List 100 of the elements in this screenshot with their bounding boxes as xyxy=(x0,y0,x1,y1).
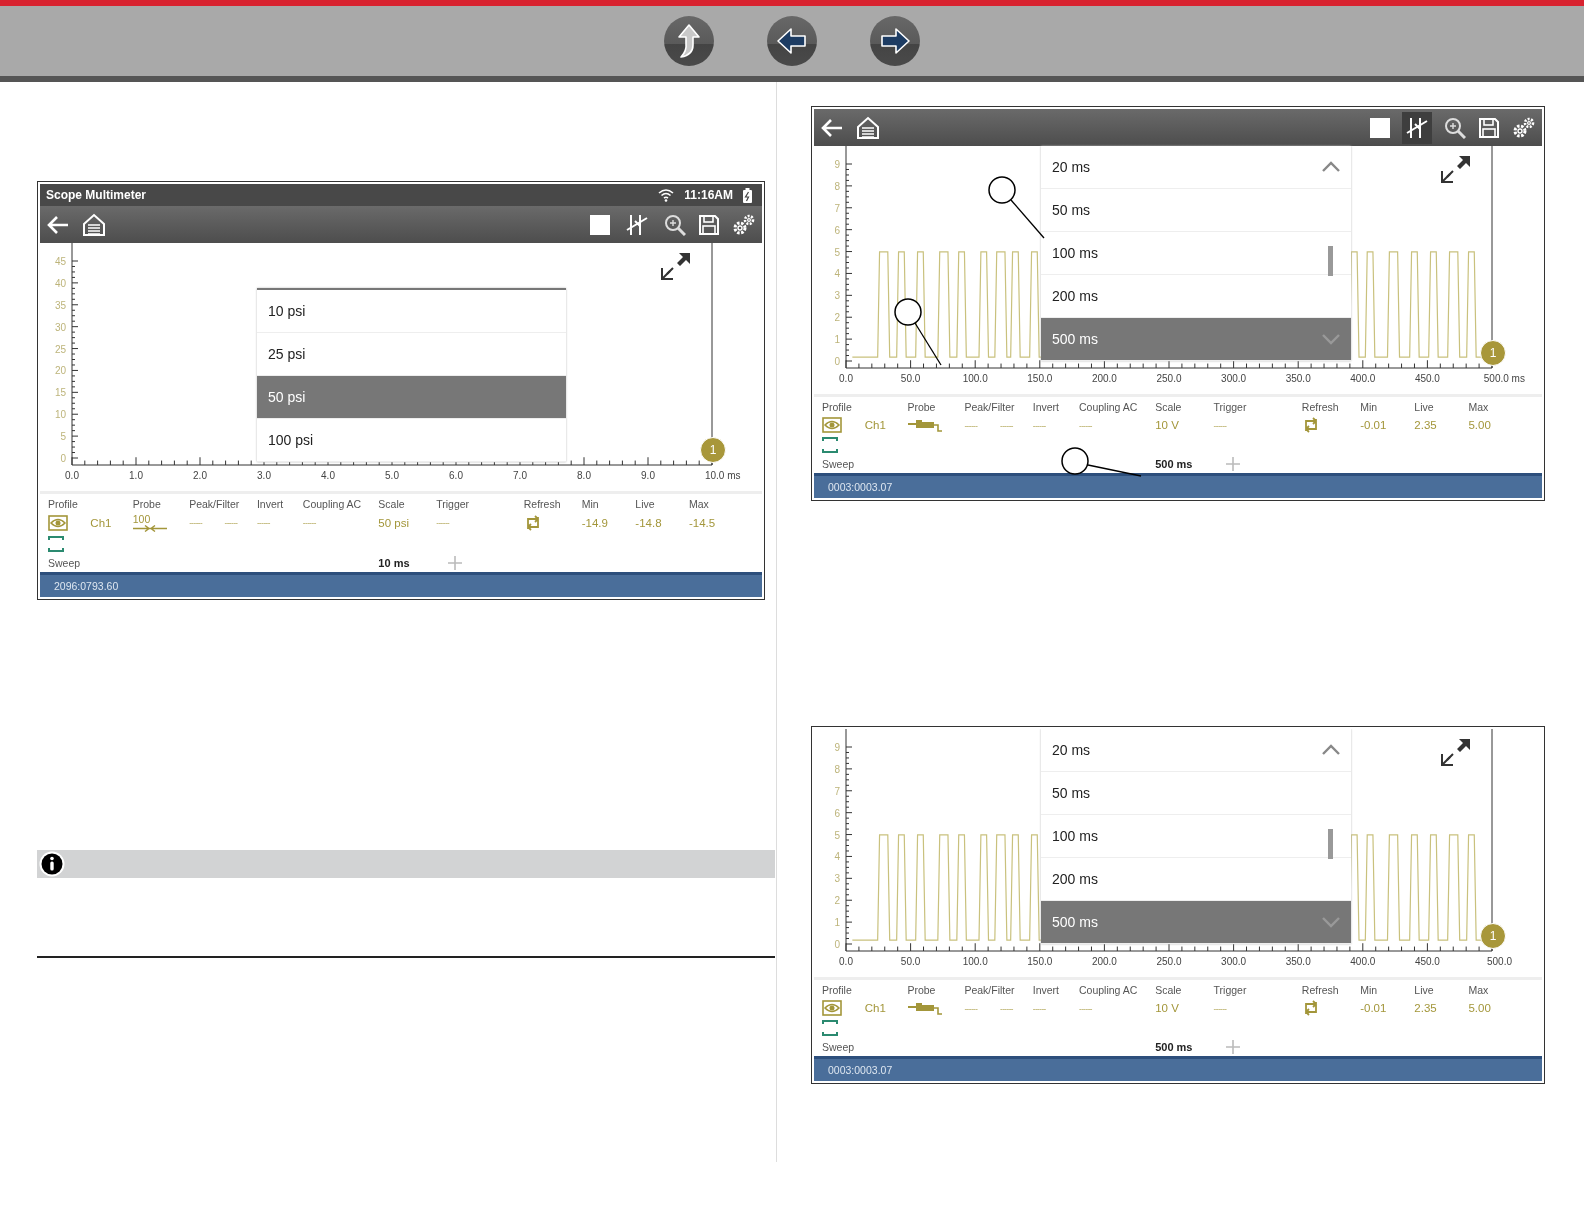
stop-icon[interactable] xyxy=(1370,117,1390,138)
column-header: Refresh xyxy=(1301,401,1340,413)
x-axis-label: 400.0 xyxy=(1350,373,1376,384)
y-axis-label: 30 xyxy=(54,321,66,333)
save-icon[interactable] xyxy=(698,213,720,236)
dropdown-item[interactable]: 50 ms xyxy=(1041,189,1351,232)
column-header: Scale xyxy=(1155,984,1183,996)
x-axis-label: 300.0 xyxy=(1221,956,1247,967)
zoom-icon[interactable] xyxy=(664,213,686,236)
probe-value: 100 xyxy=(132,514,151,525)
column-header: Trigger xyxy=(1213,984,1248,996)
y-axis-label: 2 xyxy=(834,311,840,323)
coupling-value: ------ xyxy=(1079,420,1093,430)
save-icon[interactable] xyxy=(1478,116,1500,139)
column-header: Min xyxy=(1360,984,1379,996)
eye-icon[interactable] xyxy=(48,514,68,531)
clock: 11:16AM xyxy=(684,188,733,202)
back-arrow-icon[interactable] xyxy=(820,116,844,139)
x-axis-label: 0.0 xyxy=(65,470,79,481)
dropdown-item[interactable]: 500 ms xyxy=(1041,318,1351,361)
scrollbar[interactable] xyxy=(1328,829,1333,859)
expand-icon[interactable] xyxy=(1440,154,1472,184)
y-axis-label: 0 xyxy=(834,938,840,950)
chevron-up-icon[interactable] xyxy=(1321,744,1341,756)
dropdown-item[interactable]: 500 ms xyxy=(1041,901,1351,944)
y-axis-label: 3 xyxy=(834,872,840,884)
column-header: Trigger xyxy=(436,498,471,510)
callout xyxy=(894,298,942,366)
y-axis-label: 15 xyxy=(54,386,66,398)
x-axis-label: 500.0 xyxy=(1487,956,1513,967)
x-axis-label: 100.0 xyxy=(962,373,988,384)
stop-icon[interactable] xyxy=(590,214,610,235)
trigger-value: ------ xyxy=(436,518,451,528)
x-axis-label: 100.0 xyxy=(962,956,988,967)
dropdown-item[interactable]: 50 ms xyxy=(1041,772,1351,815)
bracket-icon[interactable] xyxy=(822,1020,838,1036)
filter-value: ------ xyxy=(1000,1003,1014,1013)
y-axis-label: 1 xyxy=(834,916,840,928)
sweep-value[interactable]: 500 ms xyxy=(1155,1041,1214,1053)
sweep-value[interactable]: 500 ms xyxy=(1155,458,1214,470)
x-axis-label: 3.0 xyxy=(257,470,271,481)
eye-icon[interactable] xyxy=(822,417,842,433)
home-icon[interactable] xyxy=(856,115,880,140)
x-axis-label: 50.0 xyxy=(900,956,921,967)
dropdown-item[interactable]: 50 psi xyxy=(257,376,566,419)
invert-value: ------ xyxy=(1032,420,1047,430)
back-arrow-icon[interactable] xyxy=(46,213,70,236)
dropdown-item[interactable]: 10 psi xyxy=(257,290,566,333)
dropdown-item[interactable]: 20 ms xyxy=(1041,146,1351,189)
y-axis-label: 5 xyxy=(834,246,840,258)
up-arrow-button[interactable] xyxy=(663,15,715,67)
column-header: Max xyxy=(1468,401,1490,413)
y-axis-label: 20 xyxy=(54,364,66,376)
y-axis-label: 0 xyxy=(60,452,66,464)
footer-reading: 2096:0793.60 xyxy=(54,579,119,592)
column-header: Max xyxy=(688,498,710,510)
y-axis-label: 45 xyxy=(54,255,66,267)
y-axis-label: 5 xyxy=(834,829,840,841)
sweep-value[interactable]: 10 ms xyxy=(378,556,437,569)
column-header: Scale xyxy=(1155,401,1183,413)
coupling-value: ------ xyxy=(1079,1003,1093,1013)
eye-icon[interactable] xyxy=(822,1000,842,1016)
forward-arrow-button[interactable] xyxy=(869,15,921,67)
x-axis-label: 350.0 xyxy=(1285,373,1311,384)
dropdown-item[interactable]: 100 psi xyxy=(257,419,566,462)
x-axis-label: 400.0 xyxy=(1350,956,1376,967)
x-axis-label: 4.0 xyxy=(321,470,335,481)
column-header: Refresh xyxy=(523,498,562,510)
column-header: Invert xyxy=(1032,401,1060,413)
live-value: 2.35 xyxy=(1414,1002,1438,1014)
column-header: Profile xyxy=(822,984,853,996)
column-header: Peak/Filter xyxy=(964,401,1016,413)
footer-reading: 0003:0003.07 xyxy=(828,1064,893,1076)
dropdown-item[interactable]: 20 ms xyxy=(1041,729,1351,772)
min-value: -14.9 xyxy=(581,516,609,529)
max-value: 5.00 xyxy=(1468,1002,1492,1014)
sweep-label: Sweep xyxy=(822,1041,856,1053)
cursor-button[interactable] xyxy=(1402,111,1432,144)
y-axis-label: 7 xyxy=(834,785,840,797)
x-axis-label: 2.0 xyxy=(193,470,207,481)
column-header: Profile xyxy=(48,498,79,510)
bracket-icon[interactable] xyxy=(48,535,64,552)
trigger-value: ------ xyxy=(1213,1003,1228,1013)
x-axis-label: 8.0 xyxy=(577,470,591,481)
bracket-icon[interactable] xyxy=(822,437,838,453)
x-axis-label: 200.0 xyxy=(1091,373,1117,384)
back-arrow-button[interactable] xyxy=(766,15,818,67)
settings-icon[interactable] xyxy=(1512,115,1536,140)
home-icon[interactable] xyxy=(82,212,106,237)
expand-icon[interactable] xyxy=(1440,737,1472,767)
x-axis-label: 450.0 xyxy=(1414,956,1440,967)
x-axis-label: 1.0 xyxy=(129,470,143,481)
chevron-up-icon[interactable] xyxy=(1321,161,1341,173)
y-axis-label: 8 xyxy=(834,180,840,192)
expand-icon[interactable] xyxy=(660,251,692,281)
x-axis-label: 300.0 xyxy=(1221,373,1247,384)
zoom-icon[interactable] xyxy=(1444,116,1466,139)
scrollbar[interactable] xyxy=(1328,246,1333,276)
live-value: 2.35 xyxy=(1414,419,1438,431)
settings-icon[interactable] xyxy=(732,212,756,237)
